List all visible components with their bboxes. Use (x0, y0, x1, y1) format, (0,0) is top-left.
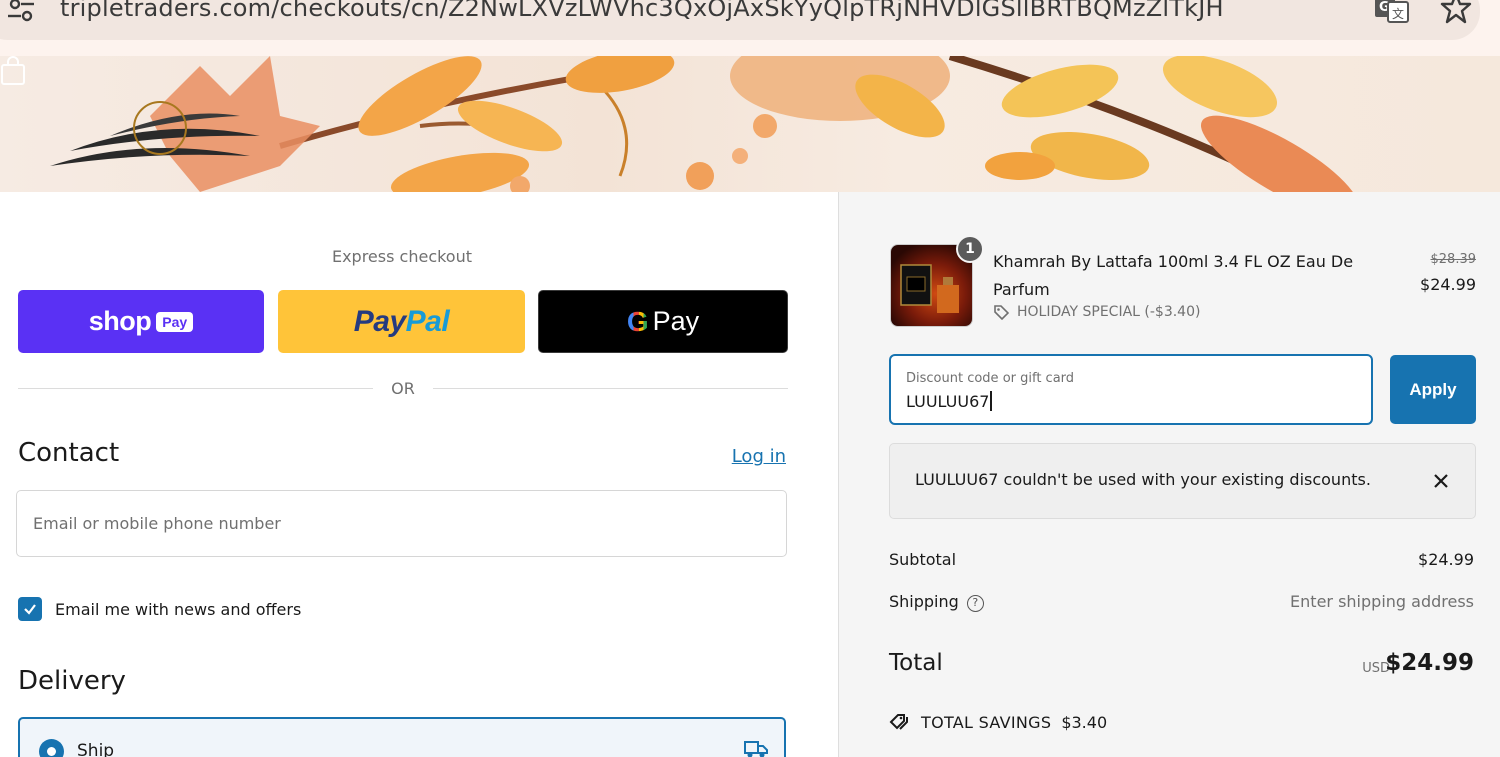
shopping-bag-icon[interactable] (0, 56, 26, 86)
newsletter-checkbox[interactable] (18, 597, 42, 621)
shop-pay-badge: Pay (156, 311, 194, 332)
paypal-button[interactable]: PayPal (278, 290, 525, 353)
total-savings: TOTAL SAVINGS $3.40 (889, 712, 1107, 732)
text-cursor (990, 391, 993, 411)
express-checkout-label: Express checkout (331, 247, 473, 266)
google-pay-wordmark: G Pay (626, 305, 700, 337)
shipping-value: Enter shipping address (1290, 592, 1474, 611)
total-label: Total (889, 650, 943, 676)
close-icon[interactable] (1430, 470, 1452, 492)
ship-option[interactable]: Ship (18, 717, 786, 757)
discount-field-label: Discount code or gift card (906, 371, 1075, 386)
discount-field-value[interactable]: LUULUU67 (906, 391, 993, 411)
svg-text:文: 文 (1392, 6, 1404, 21)
contact-heading: Contact (18, 438, 120, 468)
or-divider: OR (18, 378, 788, 398)
url-text[interactable]: tripletraders.com/checkouts/cn/Z2NwLXVzL… (60, 0, 1224, 22)
discount-code-field[interactable]: Discount code or gift card LUULUU67 (889, 354, 1373, 425)
autumn-leaves-illustration (50, 56, 1360, 192)
delivery-heading: Delivery (18, 666, 126, 696)
shop-pay-wordmark: shop (88, 306, 152, 336)
truck-icon (744, 741, 768, 757)
quantity-badge: 1 (956, 235, 984, 263)
email-field[interactable] (16, 490, 787, 557)
subtotal-value: $24.99 (1418, 550, 1474, 569)
discount-error-message: LUULUU67 couldn't be used with your exis… (915, 470, 1371, 489)
subtotal-label: Subtotal (889, 550, 957, 569)
ship-option-label: Ship (77, 741, 115, 757)
google-pay-button[interactable]: G Pay (538, 290, 788, 353)
bookmark-star-icon[interactable] (1440, 0, 1472, 24)
checkmark-icon (24, 604, 36, 615)
paypal-wordmark: PayPal (353, 304, 450, 338)
savings-tag-icon (889, 714, 908, 730)
product-name: Khamrah By Lattafa 100ml 3.4 FL OZ Eau D… (993, 252, 1354, 299)
shop-pay-button[interactable]: shop Pay (18, 290, 264, 353)
checkout-main: Express checkout shop Pay PayPal G Pay O… (0, 192, 838, 757)
newsletter-label: Email me with news and offers (55, 599, 302, 619)
google-g-logo: G (626, 305, 649, 337)
login-link[interactable]: Log in (732, 446, 786, 467)
apply-button[interactable]: Apply (1390, 355, 1476, 424)
translate-icon[interactable]: G 文 (1374, 0, 1410, 24)
site-settings-icon[interactable] (6, 0, 36, 28)
newsletter-checkbox-row[interactable]: Email me with news and offers (18, 597, 301, 621)
original-price: $28.39 (1430, 252, 1477, 267)
total-value: $24.99 (1385, 650, 1474, 676)
discount-error-banner: LUULUU67 couldn't be used with your exis… (889, 443, 1476, 519)
store-banner (0, 56, 1500, 192)
order-summary: 1 Khamrah By Lattafa 100ml 3.4 FL OZ Eau… (838, 192, 1500, 757)
item-price: $24.99 (1420, 275, 1476, 294)
shipping-label: Shipping? (889, 592, 984, 612)
help-icon[interactable]: ? (966, 595, 984, 612)
browser-toolbar: tripletraders.com/checkouts/cn/Z2NwLXVzL… (0, 0, 1500, 56)
ship-radio[interactable] (39, 739, 64, 757)
applied-discount: HOLIDAY SPECIAL (-$3.40) (993, 304, 1200, 320)
tag-icon (994, 305, 1009, 320)
